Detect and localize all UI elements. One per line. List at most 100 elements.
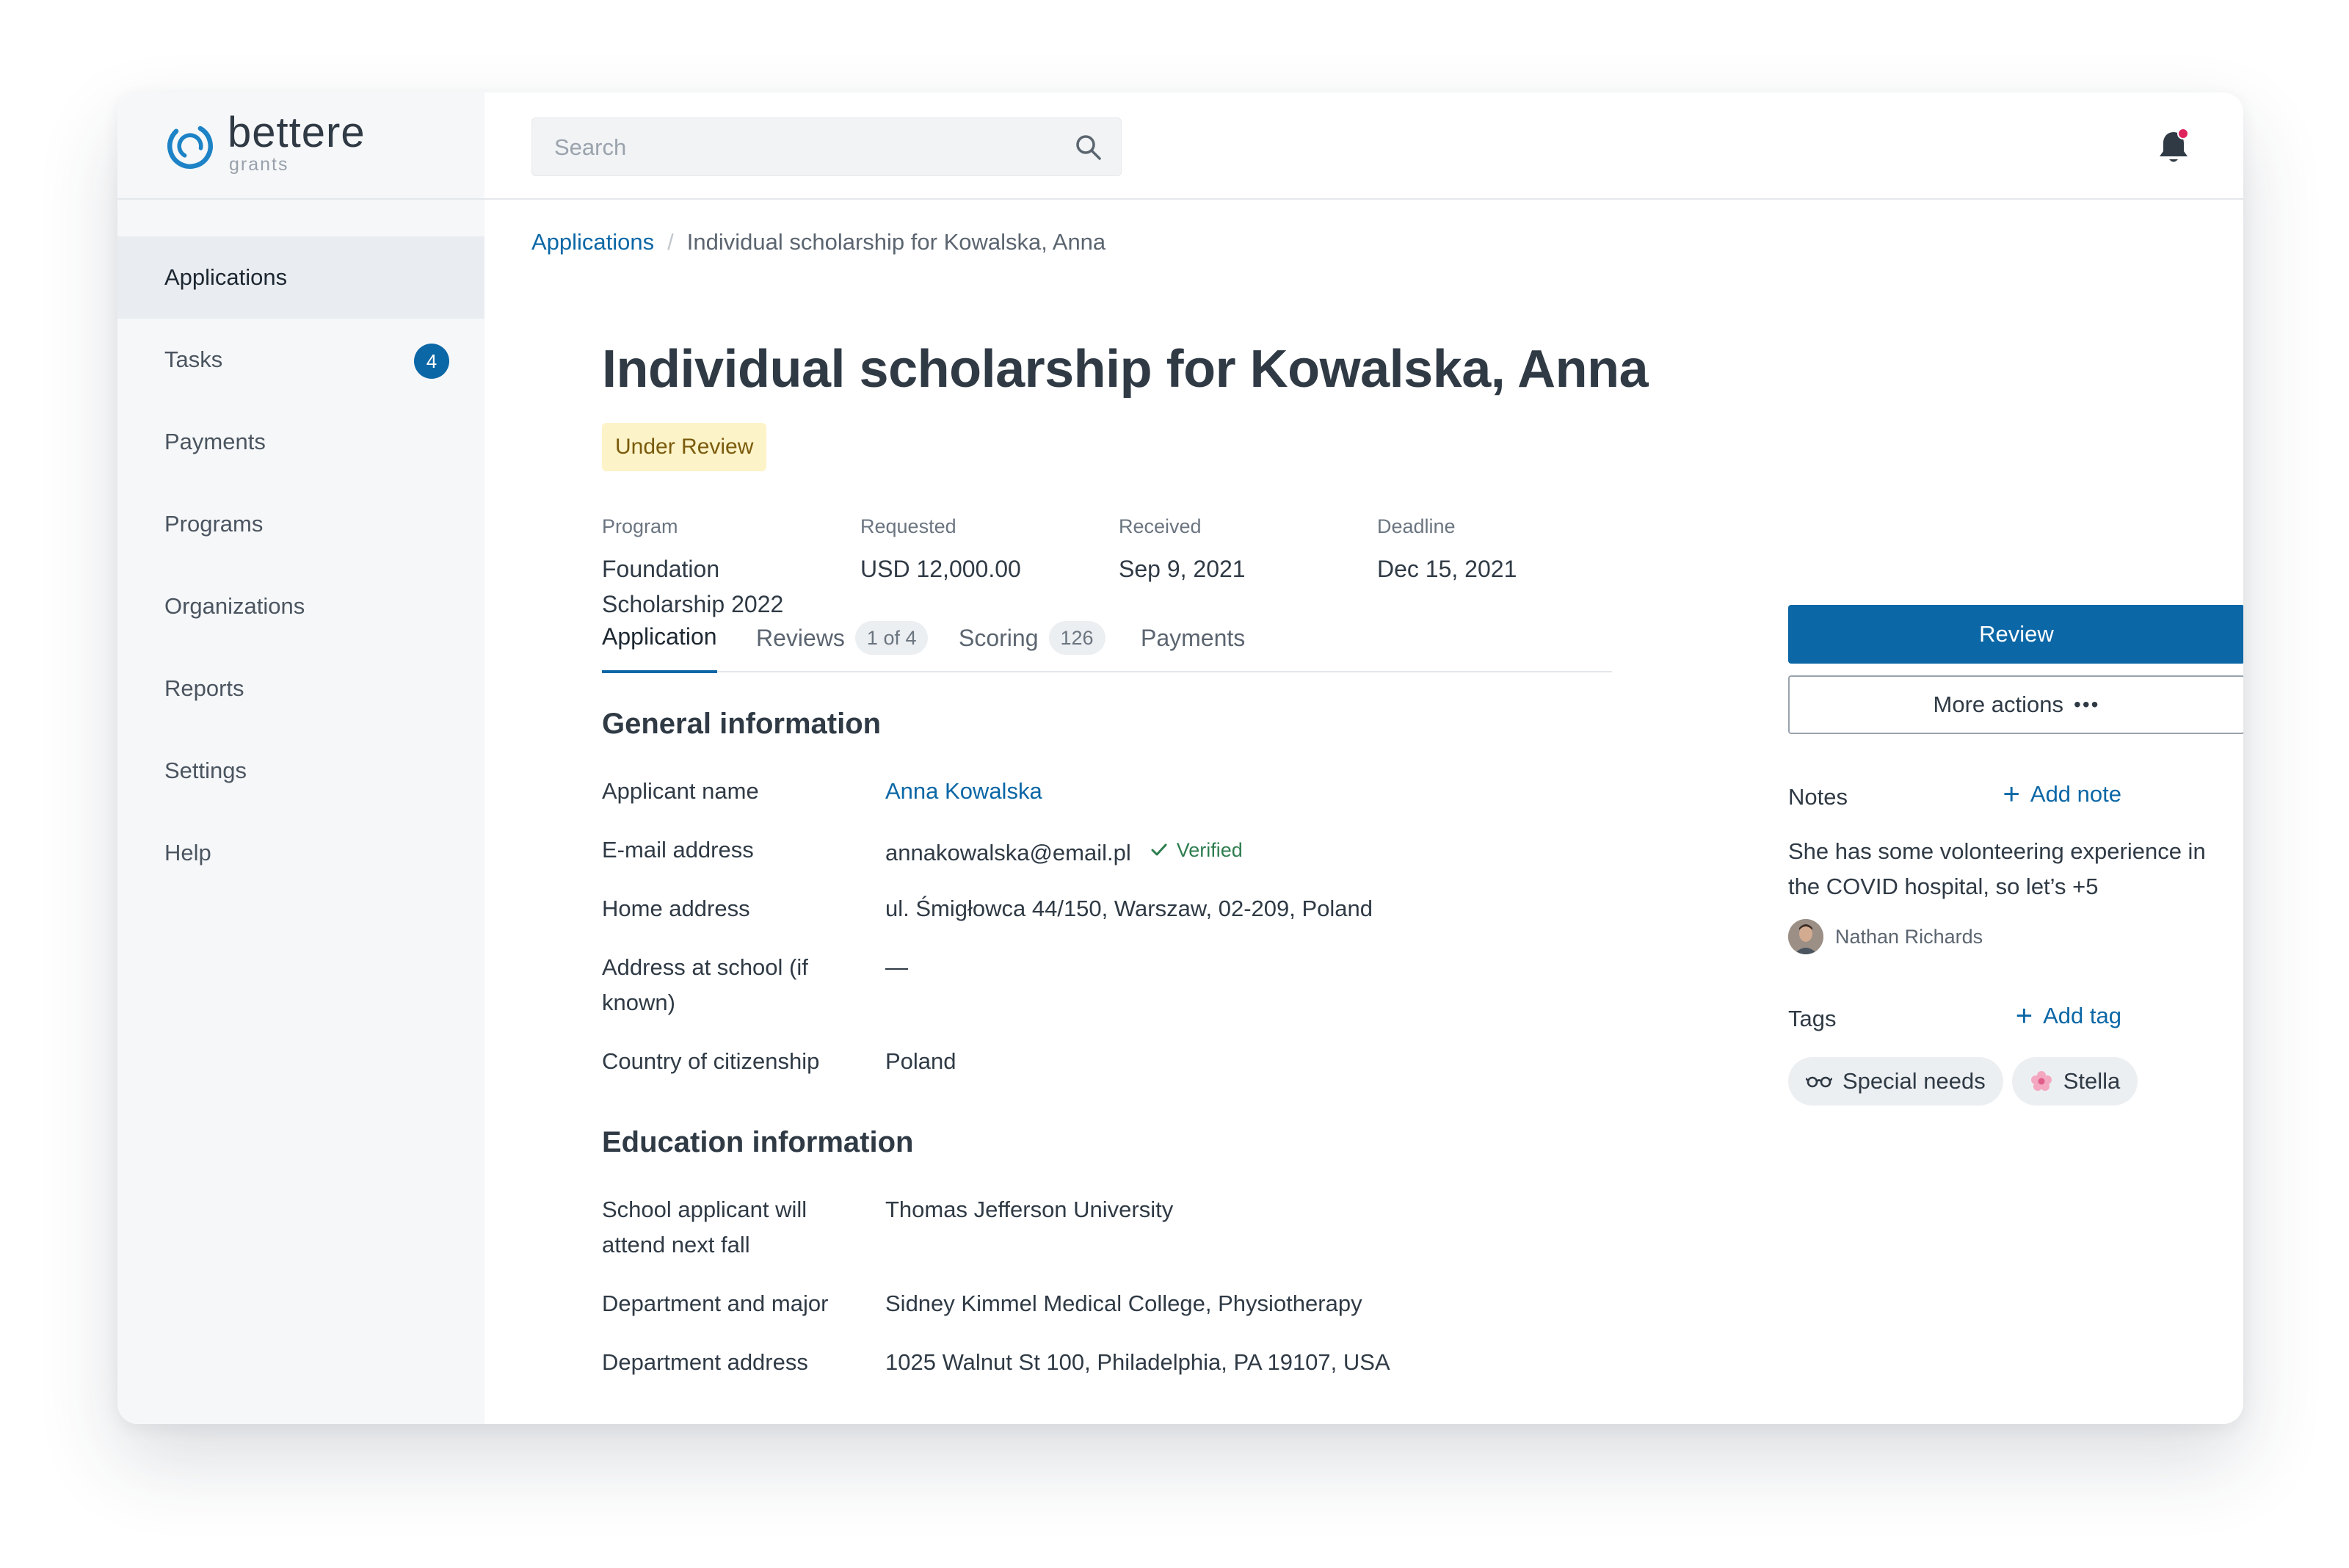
sidebar-item-payments[interactable]: Payments [117,401,484,483]
breadcrumb: Applications / Individual scholarship for … [531,229,1105,255]
sidebar-item-tasks[interactable]: Tasks 4 [117,319,484,401]
sidebar-item-applications[interactable]: Applications [117,236,484,319]
meta-requested: Requested USD 12,000.00 [860,515,1095,587]
note-text-line2: the COVID hospital, so let’s +5 [1788,874,2099,899]
citizenship-value: Poland [885,1048,956,1074]
flower-icon [2030,1070,2053,1093]
page-title: Individual scholarship for Kowalska, Ann… [602,340,1649,399]
more-actions-label: More actions [1933,692,2064,717]
tab-count-badge: 1 of 4 [854,621,929,655]
add-note-label: Add note [2030,781,2121,807]
applicant-name-link[interactable]: Anna Kowalska [885,774,1042,809]
verified-badge: Verified [1149,832,1243,868]
meta-value: Dec 15, 2021 [1377,556,1517,582]
brand-name: bettere [228,109,366,156]
field-label-line1: Address at school (if [602,954,808,980]
search-box [531,117,1122,176]
author-name: Nathan Richards [1835,925,1983,948]
sidebar-item-label: Organizations [164,593,305,619]
add-tag-button[interactable]: + Add tag [2016,1001,2121,1031]
tags-title: Tags [1788,1006,1837,1031]
field-label-school-address: Address at school (if known) [602,950,866,1020]
tag-stella[interactable]: Stella [2011,1057,2138,1106]
glasses-icon [1806,1074,1832,1089]
breadcrumb-separator: / [667,229,674,255]
sidebar-item-reports[interactable]: Reports [117,647,484,730]
sidebar-item-label: Settings [164,758,247,783]
meta-value: Sep 9, 2021 [1119,556,1246,582]
unread-dot [2177,128,2189,139]
meta-label: Program [602,515,678,537]
tag-special-needs[interactable]: Special needs [1788,1057,2003,1106]
brand-subtitle: grants [229,154,289,175]
app-window: bettere grants Applications Tasks 4 Paym… [117,92,2243,1424]
logo-icon [167,123,213,169]
search-icon[interactable] [1072,131,1105,164]
meta-label: Requested [860,515,956,537]
verified-label: Verified [1176,839,1243,861]
meta-label: Deadline [1377,515,1456,537]
field-label-line2: attend next fall [602,1232,750,1257]
brand[interactable]: bettere grants [117,92,484,200]
breadcrumb-link-applications[interactable]: Applications [531,229,654,255]
add-note-button[interactable]: + Add note [2003,780,2121,809]
sidebar-item-label: Reports [164,675,244,701]
notification-bell-icon[interactable] [2154,126,2193,167]
tag-label: Stella [2063,1068,2121,1094]
sidebar-item-programs[interactable]: Programs [117,483,484,565]
sidebar-nav: Applications Tasks 4 Payments Programs O… [117,236,484,894]
department-value: Sidney Kimmel Medical College, Physiothe… [885,1291,1362,1316]
field-label-department: Department and major [602,1291,829,1316]
plus-icon: + [2003,778,2020,810]
add-tag-label: Add tag [2043,1003,2121,1028]
plus-icon: + [2015,1000,2033,1032]
more-actions-button[interactable]: More actions ••• [1788,675,2243,734]
check-icon [1151,843,1167,856]
field-label-applicant-name: Applicant name [602,778,759,804]
sidebar-item-label: Applications [164,264,288,290]
tab-application[interactable]: Application [602,603,717,673]
field-label-line1: School applicant will [602,1197,807,1222]
sidebar-item-help[interactable]: Help [117,812,484,894]
field-label-school: School applicant will attend next fall [602,1192,866,1263]
meta-deadline: Deadline Dec 15, 2021 [1377,515,1612,587]
email-value: annakowalska@email.pl [885,840,1131,865]
author-avatar [1788,919,1823,954]
tag-label: Special needs [1842,1068,1986,1094]
tab-payments[interactable]: Payments [1141,603,1245,672]
meta-label: Received [1119,515,1202,537]
email-value-row: annakowalska@email.pl Verified [885,832,1243,871]
field-label-citizenship: Country of citizenship [602,1048,820,1074]
author-avatar-photo [1788,919,1823,954]
sidebar-item-organizations[interactable]: Organizations [117,565,484,647]
sidebar: bettere grants Applications Tasks 4 Paym… [117,92,484,1424]
tab-label: Reviews [756,624,845,651]
field-label-line2: known) [602,990,675,1015]
tag-list: Special needs Stella [1788,1057,2146,1106]
tab-label: Payments [1141,624,1246,651]
meta-value-line1: Foundation [602,556,720,582]
search-input[interactable] [554,131,1053,164]
note-text-line1: She has some volonteering experience in [1788,838,2206,864]
meta-value: USD 12,000.00 [860,556,1021,582]
breadcrumb-current: Individual scholarship for Kowalska, Ann… [686,229,1106,255]
sidebar-item-label: Programs [164,511,264,537]
top-bar [484,92,2243,200]
sidebar-item-settings[interactable]: Settings [117,730,484,812]
sidebar-item-label: Tasks [164,346,223,372]
section-title-education: Education information [602,1126,914,1158]
meta-received: Received Sep 9, 2021 [1119,515,1354,587]
review-button[interactable]: Review [1788,605,2243,664]
section-title-general: General information [602,708,882,740]
ellipsis-icon: ••• [2074,693,2100,716]
tab-scoring[interactable]: Scoring 126 [959,603,1105,672]
tab-reviews[interactable]: Reviews 1 of 4 [756,603,929,672]
note-author: Nathan Richards [1788,919,1983,954]
tab-bar: Application Reviews 1 of 4 Scoring 126 P… [602,603,1612,673]
department-address-value: 1025 Walnut St 100, Philadelphia, PA 191… [885,1349,1390,1375]
home-address-value: ul. Śmigłowca 44/150, Warszaw, 02-209, P… [885,896,1373,921]
sidebar-item-label: Help [164,840,211,865]
sidebar-item-label: Payments [164,429,266,454]
field-label-home-address: Home address [602,896,750,921]
tab-count-badge: 126 [1048,621,1105,655]
